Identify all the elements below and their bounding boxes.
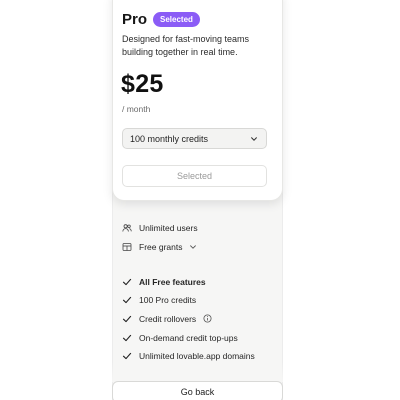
price-period: / month <box>122 104 151 114</box>
feature-label: All Free features <box>139 276 206 287</box>
plan-header: Pro Selected <box>122 10 200 28</box>
check-icon <box>122 314 132 324</box>
users-icon <box>122 223 132 233</box>
pricing-page: Pro Selected Designed for fast-moving te… <box>0 0 400 400</box>
credits-select[interactable]: 100 monthly credits <box>122 128 267 149</box>
right-gutter <box>283 0 400 400</box>
selected-button[interactable]: Selected <box>122 165 267 187</box>
extra-item-grants[interactable]: Free grants <box>122 240 197 253</box>
feature-item: 100 Pro credits <box>122 293 196 306</box>
feature-label: On-demand credit top-ups <box>139 332 238 343</box>
feature-item: All Free features <box>122 275 206 288</box>
extra-item-users: Unlimited users <box>122 221 198 234</box>
info-icon[interactable] <box>203 314 212 323</box>
plan-name: Pro <box>122 10 148 28</box>
scroll-fade <box>112 362 283 382</box>
chevron-down-icon <box>190 244 197 249</box>
plan-description: Designed for fast-moving teams building … <box>122 34 250 57</box>
extra-label: Free grants <box>139 241 183 252</box>
extra-label: Unlimited users <box>139 222 198 233</box>
grant-icon <box>122 242 132 252</box>
left-gutter <box>0 0 112 400</box>
selected-badge: Selected <box>153 11 200 27</box>
feature-label: 100 Pro credits <box>139 294 197 305</box>
feature-label: Unlimited lovable.app domains <box>139 350 255 361</box>
check-icon <box>122 295 132 305</box>
feature-item: Credit rollovers <box>122 312 212 325</box>
credits-select-value: 100 monthly credits <box>130 133 209 144</box>
feature-item: On-demand credit top-ups <box>122 331 238 344</box>
feature-label: Credit rollovers <box>139 313 197 324</box>
check-icon <box>122 277 132 287</box>
chevron-down-icon <box>251 136 257 141</box>
check-icon <box>122 351 132 361</box>
check-icon <box>122 333 132 343</box>
plan-price: $25 <box>121 70 164 98</box>
feature-item: Unlimited lovable.app domains <box>122 349 255 362</box>
go-back-button[interactable]: Go back <box>112 381 283 400</box>
